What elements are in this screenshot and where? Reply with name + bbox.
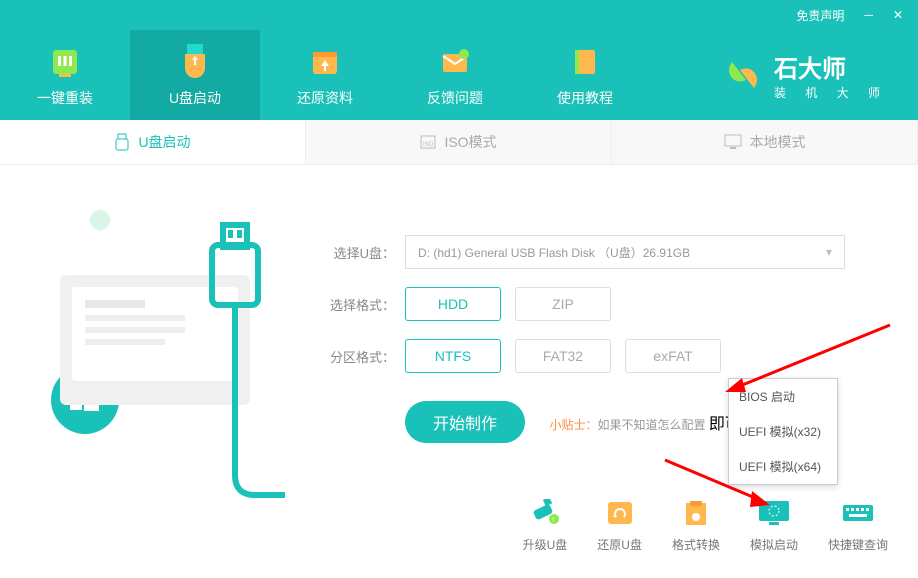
simulate-icon (756, 498, 792, 528)
bottom-tools: ↑ 升级U盘 还原U盘 格式转换 模拟启动 快捷键查询 (523, 498, 888, 553)
tab-label: 本地模式 (750, 132, 806, 152)
start-button[interactable]: 开始制作 (405, 401, 525, 443)
close-button[interactable]: ✕ (893, 8, 903, 22)
illustration (0, 165, 310, 578)
tool-upgrade-usb[interactable]: ↑ 升级U盘 (523, 498, 568, 553)
reinstall-icon (45, 42, 85, 82)
partition-option-ntfs[interactable]: NTFS (405, 339, 501, 373)
tab-label: U盘启动 (138, 132, 190, 152)
tab-label: ISO模式 (444, 132, 496, 152)
tool-label: 还原U盘 (597, 536, 642, 553)
monitor-icon (724, 134, 742, 150)
nav-label: 一键重装 (37, 88, 93, 108)
tab-usb-boot[interactable]: U盘启动 (0, 120, 306, 164)
tool-label: 模拟启动 (750, 536, 798, 553)
tip-label: 小贴士： (549, 418, 597, 432)
tool-shortcut-query[interactable]: 快捷键查询 (828, 498, 888, 553)
iso-icon: ISO (420, 134, 436, 150)
content-area: 选择U盘： D: (hd1) General USB Flash Disk （U… (0, 165, 918, 578)
partition-option-exfat[interactable]: exFAT (625, 339, 721, 373)
tool-format-convert[interactable]: 格式转换 (672, 498, 720, 553)
brand-logo-icon (722, 54, 764, 96)
tab-iso-mode[interactable]: ISO ISO模式 (306, 120, 612, 164)
main-nav: 一键重装 U盘启动 还原资料 反馈问题 使用教程 石大师 装 机 大 师 (0, 30, 918, 120)
format-label: 选择格式： (320, 295, 395, 314)
title-bar: 免责声明 ─ ✕ (0, 0, 918, 30)
nav-reinstall[interactable]: 一键重装 (0, 30, 130, 120)
nav-label: U盘启动 (169, 88, 221, 108)
usb-icon (114, 133, 130, 151)
restore-icon (305, 42, 345, 82)
format-option-hdd[interactable]: HDD (405, 287, 501, 321)
chevron-down-icon: ▾ (826, 245, 832, 259)
nav-restore[interactable]: 还原资料 (260, 30, 390, 120)
partition-label: 分区格式： (320, 347, 395, 366)
tool-simulate-boot[interactable]: 模拟启动 (750, 498, 798, 553)
keyboard-icon (840, 498, 876, 528)
usb-upgrade-icon: ↑ (527, 498, 563, 528)
tool-label: 升级U盘 (523, 536, 568, 553)
sub-tabs: U盘启动 ISO ISO模式 本地模式 (0, 120, 918, 165)
usb-boot-icon (175, 42, 215, 82)
menu-item-uefi-x32[interactable]: UEFI 模拟(x32) (729, 414, 837, 449)
feedback-icon (435, 42, 475, 82)
nav-label: 反馈问题 (427, 88, 483, 108)
nav-label: 还原资料 (297, 88, 353, 108)
boot-mode-menu: BIOS 启动 UEFI 模拟(x32) UEFI 模拟(x64) (728, 378, 838, 485)
tab-local-mode[interactable]: 本地模式 (612, 120, 918, 164)
disk-value: D: (hd1) General USB Flash Disk （U盘）26.9… (418, 244, 690, 261)
disk-dropdown[interactable]: D: (hd1) General USB Flash Disk （U盘）26.9… (405, 235, 845, 269)
partition-option-fat32[interactable]: FAT32 (515, 339, 611, 373)
disclaimer-link[interactable]: 免责声明 (796, 7, 844, 24)
minimize-button[interactable]: ─ (864, 8, 873, 22)
nav-usb-boot[interactable]: U盘启动 (130, 30, 260, 120)
svg-text:↑: ↑ (551, 515, 555, 524)
usb-restore-icon (602, 498, 638, 528)
nav-tutorial[interactable]: 使用教程 (520, 30, 650, 120)
tutorial-icon (565, 42, 605, 82)
brand: 石大师 装 机 大 师 (722, 30, 918, 120)
tool-label: 快捷键查询 (828, 536, 888, 553)
tip-text: 小贴士：如果不知道怎么配置 (549, 418, 708, 432)
menu-item-bios[interactable]: BIOS 启动 (729, 379, 837, 414)
tool-label: 格式转换 (672, 536, 720, 553)
brand-name: 石大师 (774, 49, 888, 84)
nav-label: 使用教程 (557, 88, 613, 108)
disk-label: 选择U盘： (320, 243, 395, 262)
svg-text:ISO: ISO (423, 142, 434, 148)
brand-tagline: 装 机 大 师 (774, 84, 888, 101)
nav-feedback[interactable]: 反馈问题 (390, 30, 520, 120)
format-option-zip[interactable]: ZIP (515, 287, 611, 321)
tool-restore-usb[interactable]: 还原U盘 (597, 498, 642, 553)
menu-item-uefi-x64[interactable]: UEFI 模拟(x64) (729, 449, 837, 484)
convert-icon (678, 498, 714, 528)
